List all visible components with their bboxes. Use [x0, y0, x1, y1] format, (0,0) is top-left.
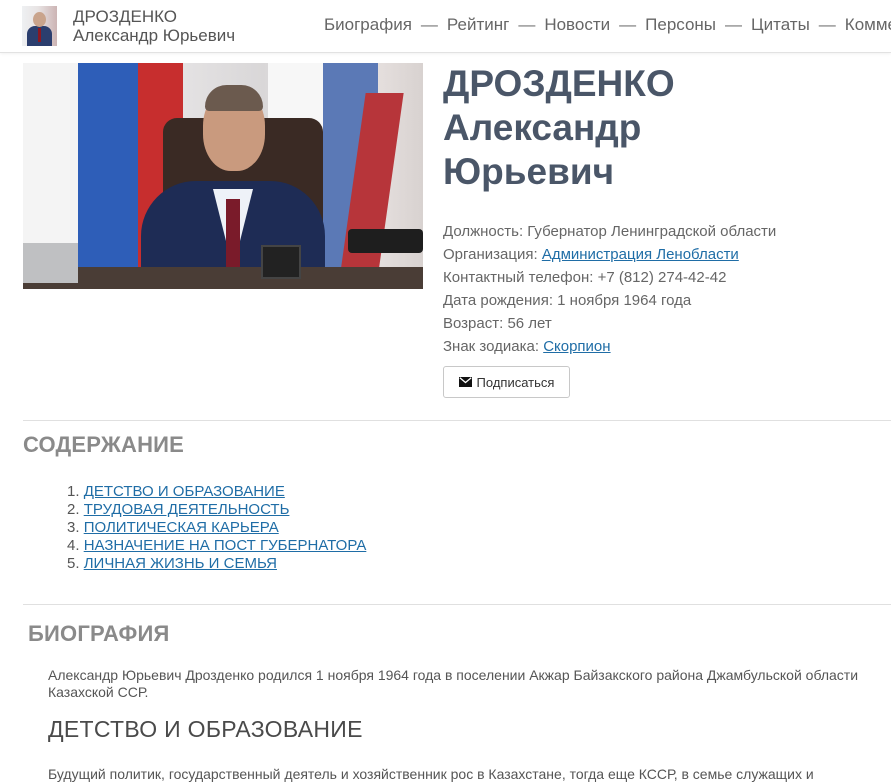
brand-surname: ДРОЗДЕНКО [73, 7, 178, 26]
fact-position: Должность: Губернатор Ленинградской обла… [443, 220, 776, 243]
toc-list: 1. ДЕТСТВО И ОБРАЗОВАНИЕ 2. ТРУДОВАЯ ДЕЯ… [67, 483, 366, 573]
fact-label: Возраст: [443, 315, 504, 332]
subscribe-button[interactable]: Подписаться [443, 366, 570, 398]
nav-separator: — [725, 15, 743, 34]
organization-link[interactable]: Администрация Ленобласти [542, 246, 739, 263]
toc-item: 2. ТРУДОВАЯ ДЕЯТЕЛЬНОСТЬ [67, 501, 366, 519]
profile-photo [23, 63, 423, 289]
toc-number: 5. [67, 555, 80, 572]
fact-label: Дата рождения: [443, 292, 553, 309]
toc-item: 3. ПОЛИТИЧЕСКАЯ КАРЬЕРА [67, 519, 366, 537]
nav-separator: — [420, 15, 438, 34]
brand-link[interactable]: ДРОЗДЕНКО Александр Юрьевич [22, 6, 235, 46]
toc-item: 4. НАЗНАЧЕНИЕ НА ПОСТ ГУБЕРНАТОРА [67, 537, 366, 555]
childhood-heading: ДЕТСТВО И ОБРАЗОВАНИЕ [48, 716, 363, 742]
toc-number: 4. [67, 537, 80, 554]
toc-link-politics[interactable]: ПОЛИТИЧЕСКАЯ КАРЬЕРА [84, 519, 279, 536]
fact-age: Возраст: 56 лет [443, 312, 776, 335]
nav-news[interactable]: Новости [544, 15, 610, 34]
nav-separator: — [619, 15, 637, 34]
subscribe-label: Подписаться [476, 374, 555, 390]
toc-link-career[interactable]: ТРУДОВАЯ ДЕЯТЕЛЬНОСТЬ [84, 501, 290, 518]
divider [23, 604, 891, 605]
nav-comments[interactable]: Комме [845, 15, 891, 34]
fact-organization: Организация: Администрация Ленобласти [443, 243, 776, 266]
fact-label: Должность: [443, 223, 524, 240]
brand-given-names: Александр Юрьевич [73, 26, 236, 45]
person-surname: ДРОЗДЕНКО [443, 63, 675, 104]
fact-value: +7 (812) 274-42-42 [597, 269, 727, 286]
main-nav: Биография — Рейтинг — Новости — Персоны — Цитаты… [324, 15, 891, 35]
profile-facts: Должность: Губернатор Ленинградской обла… [443, 220, 776, 358]
biography-intro: Александр Юрьевич Дрозденко родился 1 но… [48, 667, 859, 700]
person-name: ДРОЗДЕНКО Александр Юрьевич [443, 62, 883, 194]
envelope-icon [458, 377, 472, 387]
fact-label: Контактный телефон: [443, 269, 594, 286]
nav-separator: — [518, 15, 536, 34]
zodiac-link[interactable]: Скорпион [543, 338, 610, 355]
person-first-name: Александр [443, 107, 642, 148]
biography-title: БИОГРАФИЯ [28, 621, 170, 646]
nav-biography[interactable]: Биография [324, 15, 412, 34]
toc-link-governor[interactable]: НАЗНАЧЕНИЕ НА ПОСТ ГУБЕРНАТОРА [84, 537, 367, 554]
nav-separator: — [818, 15, 836, 34]
toc-number: 3. [67, 519, 80, 536]
toc-item: 1. ДЕТСТВО И ОБРАЗОВАНИЕ [67, 483, 366, 501]
site-header: ДРОЗДЕНКО Александр Юрьевич Биография — Ре… [0, 0, 891, 53]
toc-title: СОДЕРЖАНИЕ [23, 432, 185, 457]
toc-number: 2. [67, 501, 80, 518]
fact-label: Организация: [443, 246, 538, 263]
brand-title: ДРОЗДЕНКО Александр Юрьевич [73, 7, 235, 45]
fact-value: 56 лет [507, 315, 552, 332]
fact-birthdate: Дата рождения: 1 ноября 1964 года [443, 289, 776, 312]
fact-label: Знак зодиака: [443, 338, 540, 355]
fact-value: Губернатор Ленинградской области [527, 223, 777, 240]
toc-number: 1. [67, 483, 80, 500]
person-patronymic: Юрьевич [443, 151, 615, 192]
nav-rating[interactable]: Рейтинг [447, 15, 509, 34]
toc-link-family[interactable]: ЛИЧНАЯ ЖИЗНЬ И СЕМЬЯ [84, 555, 277, 572]
divider [23, 420, 891, 421]
fact-value: 1 ноября 1964 года [557, 292, 692, 309]
nav-persons[interactable]: Персоны [645, 15, 716, 34]
fact-zodiac: Знак зодиака: Скорпион [443, 335, 776, 358]
avatar [22, 6, 57, 46]
nav-quotes[interactable]: Цитаты [751, 15, 810, 34]
childhood-paragraph: Будущий политик, государственный деятель… [48, 766, 814, 782]
toc-item: 5. ЛИЧНАЯ ЖИЗНЬ И СЕМЬЯ [67, 555, 366, 573]
fact-phone: Контактный телефон: +7 (812) 274-42-42 [443, 266, 776, 289]
toc-link-childhood[interactable]: ДЕТСТВО И ОБРАЗОВАНИЕ [84, 483, 285, 500]
